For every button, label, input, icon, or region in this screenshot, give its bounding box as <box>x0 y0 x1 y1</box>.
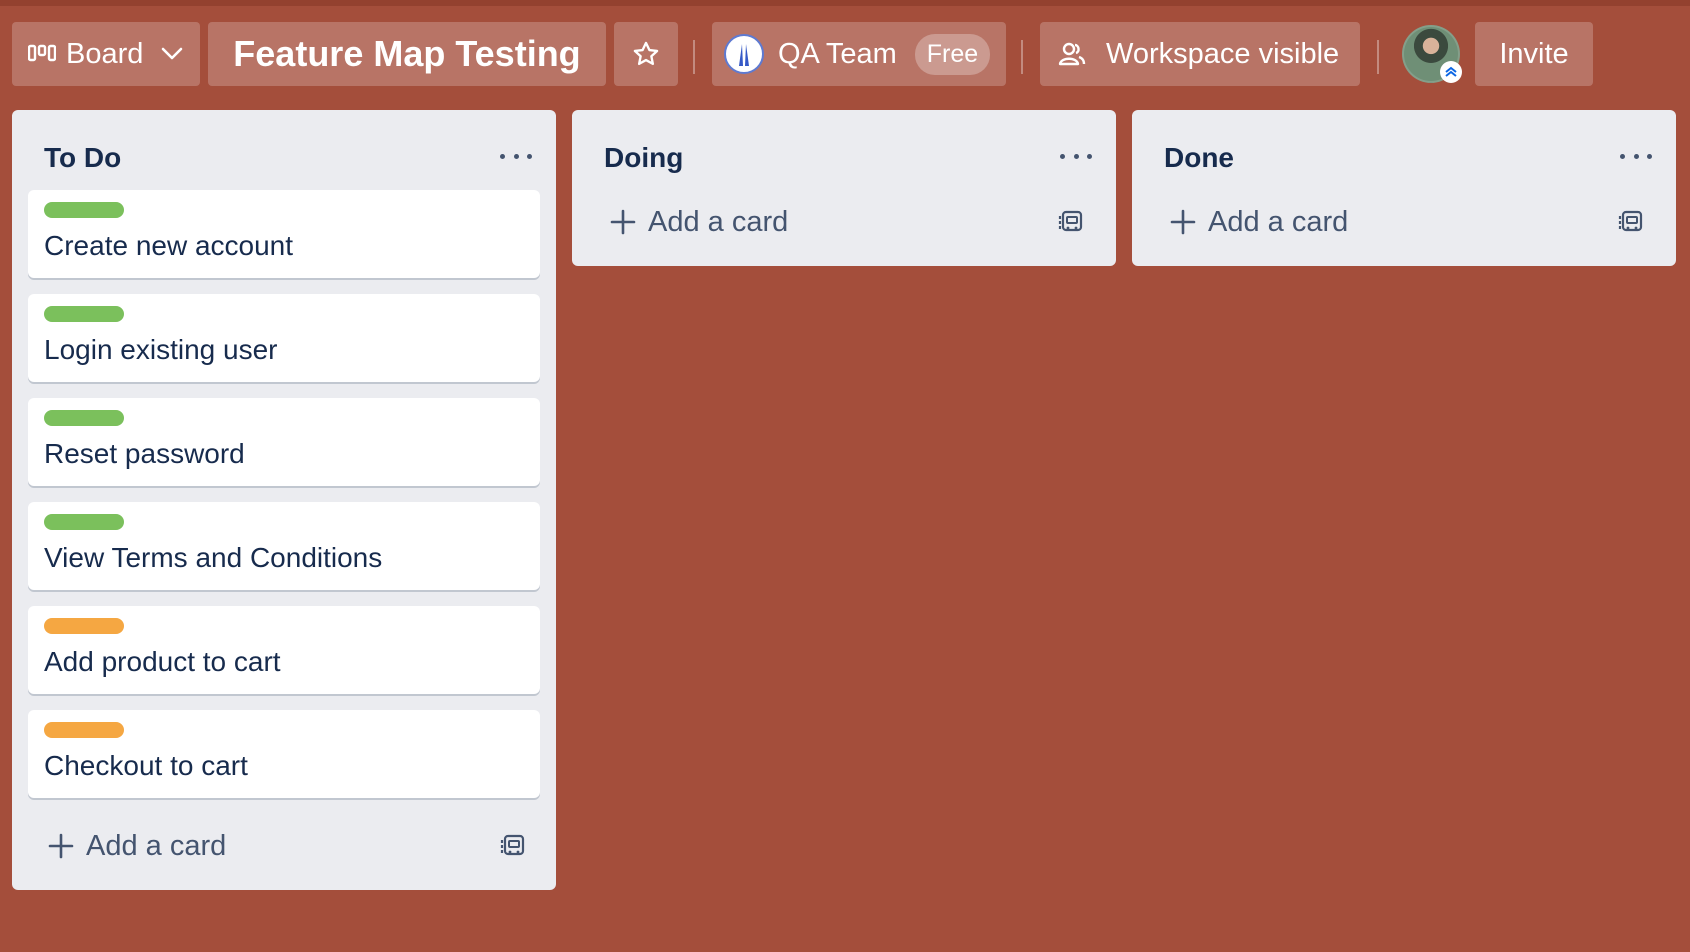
list-menu-button[interactable] <box>1620 144 1652 168</box>
card-title: Reset password <box>44 438 245 469</box>
header-divider <box>693 40 695 74</box>
plus-icon <box>610 209 636 235</box>
card-template-icon[interactable] <box>1618 209 1644 235</box>
workspace-name: QA Team <box>778 37 897 70</box>
list-doing: Doing Add a card <box>572 110 1116 266</box>
visibility-label: Workspace visible <box>1106 37 1340 70</box>
card-title: Login existing user <box>44 334 278 365</box>
board-header: Board Feature Map Testing QA Team Free W… <box>0 20 1690 86</box>
card-template-icon[interactable] <box>1058 209 1084 235</box>
list-header: Doing <box>572 110 1116 190</box>
plan-badge: Free <box>914 33 991 75</box>
invite-button[interactable]: Invite <box>1475 22 1593 86</box>
card-title: View Terms and Conditions <box>44 542 383 573</box>
view-label: Board <box>66 37 144 70</box>
view-switcher-button[interactable]: Board <box>12 22 200 86</box>
card-label-green <box>44 410 124 426</box>
card[interactable]: Reset password <box>28 398 540 486</box>
list-menu-button[interactable] <box>500 144 532 168</box>
list-header: Done <box>1132 110 1676 190</box>
card[interactable]: Add product to cart <box>28 606 540 694</box>
workspace-button[interactable]: QA Team Free <box>712 22 1006 86</box>
star-icon <box>633 41 659 66</box>
card-label-orange <box>44 618 124 634</box>
add-card-button[interactable]: Add a card <box>1170 192 1348 252</box>
header-divider <box>1021 40 1023 74</box>
list-menu-button[interactable] <box>1060 144 1092 168</box>
list-title[interactable]: To Do <box>44 142 121 174</box>
card[interactable]: Checkout to cart <box>28 710 540 798</box>
visibility-button[interactable]: Workspace visible <box>1040 22 1360 86</box>
card-title: Checkout to cart <box>44 750 248 781</box>
card-label-green <box>44 202 124 218</box>
people-icon <box>1058 42 1086 66</box>
card-template-icon[interactable] <box>500 833 526 859</box>
card[interactable]: View Terms and Conditions <box>28 502 540 590</box>
header-divider <box>1377 40 1379 74</box>
add-card-button[interactable]: Add a card <box>48 816 226 876</box>
list-header: To Do <box>12 110 556 190</box>
chevron-down-icon <box>162 47 183 60</box>
list-title[interactable]: Done <box>1164 142 1234 174</box>
board-view-icon <box>28 44 56 62</box>
add-card-label: Add a card <box>648 205 789 238</box>
card[interactable]: Create new account <box>28 190 540 278</box>
board-title[interactable]: Feature Map Testing <box>208 22 606 86</box>
card-label-green <box>44 514 124 530</box>
plus-icon <box>48 833 74 859</box>
plus-icon <box>1170 209 1196 235</box>
add-card-button[interactable]: Add a card <box>610 192 788 252</box>
list-title[interactable]: Doing <box>604 142 683 174</box>
card-title: Create new account <box>44 230 294 261</box>
card[interactable]: Login existing user <box>28 294 540 382</box>
card-title: Add product to cart <box>44 646 281 677</box>
list-done: Done Add a card <box>1132 110 1676 266</box>
member-avatar[interactable] <box>1402 25 1462 83</box>
top-strip <box>0 0 1690 6</box>
workspace-logo-icon <box>724 34 764 74</box>
star-board-button[interactable] <box>614 22 678 86</box>
card-label-orange <box>44 722 124 738</box>
add-card-label: Add a card <box>1208 205 1349 238</box>
add-card-label: Add a card <box>86 829 227 862</box>
card-label-green <box>44 306 124 322</box>
admin-badge-icon <box>1440 61 1462 83</box>
list-todo: To Do Create new account Login existing … <box>12 110 556 890</box>
